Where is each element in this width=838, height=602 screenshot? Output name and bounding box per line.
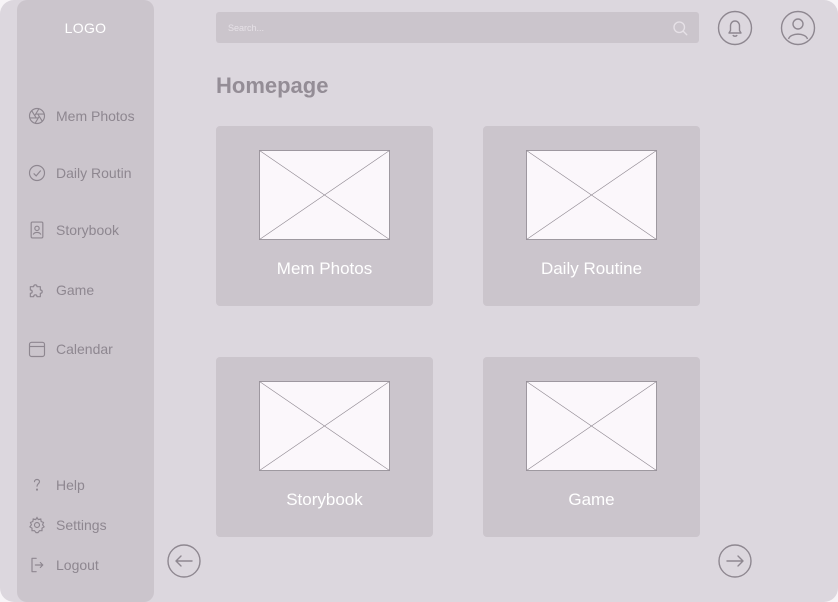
- sidebar: LOGO Mem Photos Daily Routin Storybook G…: [17, 0, 154, 602]
- page-title: Homepage: [216, 73, 329, 98]
- sidebar-item-storybook[interactable]: Storybook: [26, 218, 119, 242]
- sidebar-item-label: Help: [56, 477, 85, 493]
- sidebar-item-game[interactable]: Game: [26, 278, 94, 302]
- bell-icon: [717, 10, 753, 46]
- sidebar-item-settings[interactable]: Settings: [26, 513, 107, 537]
- profile-button[interactable]: [780, 10, 816, 46]
- card-label: Daily Routine: [540, 259, 643, 278]
- sidebar-item-label: Mem Photos: [56, 108, 135, 124]
- sidebar-item-calendar[interactable]: Calendar: [26, 337, 113, 361]
- card-game[interactable]: Game: [483, 357, 700, 537]
- aperture-icon: [26, 105, 48, 127]
- image-placeholder-icon: [526, 381, 657, 471]
- gear-icon: [26, 514, 48, 536]
- next-page-button[interactable]: [718, 544, 752, 578]
- sidebar-item-logout[interactable]: Logout: [26, 553, 99, 577]
- card-label: Mem Photos: [276, 259, 373, 278]
- sidebar-item-label: Game: [56, 282, 95, 298]
- question-icon: [26, 474, 48, 496]
- calendar-icon: [26, 338, 48, 360]
- prev-page-button[interactable]: [167, 544, 201, 578]
- sidebar-item-label: Daily Routin: [56, 165, 132, 181]
- app-frame: LOGO Mem Photos Daily Routin Storybook G…: [0, 0, 838, 602]
- card-label: Storybook: [286, 490, 363, 509]
- arrow-left-icon: [167, 544, 201, 578]
- puzzle-icon: [26, 279, 48, 301]
- image-placeholder-icon: [259, 150, 390, 240]
- image-placeholder-icon: [259, 381, 390, 471]
- sidebar-item-mem-photos[interactable]: Mem Photos: [26, 104, 135, 128]
- sidebar-item-label: Logout: [56, 557, 99, 573]
- search-icon[interactable]: [670, 18, 690, 38]
- image-placeholder-icon: [526, 150, 657, 240]
- sidebar-item-label: Settings: [56, 517, 107, 533]
- user-icon: [780, 10, 816, 46]
- sidebar-item-help[interactable]: Help: [26, 473, 85, 497]
- card-label: Game: [568, 490, 615, 509]
- notification-button[interactable]: [717, 10, 753, 46]
- card-mem-photos[interactable]: Mem Photos: [216, 126, 433, 306]
- logo: LOGO: [64, 20, 107, 36]
- arrow-right-icon: [718, 544, 752, 578]
- sidebar-item-label: Calendar: [56, 341, 113, 357]
- sidebar-item-label: Storybook: [56, 222, 120, 238]
- search-bar: [216, 12, 699, 43]
- search-input[interactable]: [216, 12, 670, 43]
- card-daily-routine[interactable]: Daily Routine: [483, 126, 700, 306]
- check-circle-icon: [26, 162, 48, 184]
- book-icon: [26, 219, 48, 241]
- card-storybook[interactable]: Storybook: [216, 357, 433, 537]
- sidebar-item-daily-routine[interactable]: Daily Routin: [26, 161, 131, 185]
- logout-icon: [26, 554, 48, 576]
